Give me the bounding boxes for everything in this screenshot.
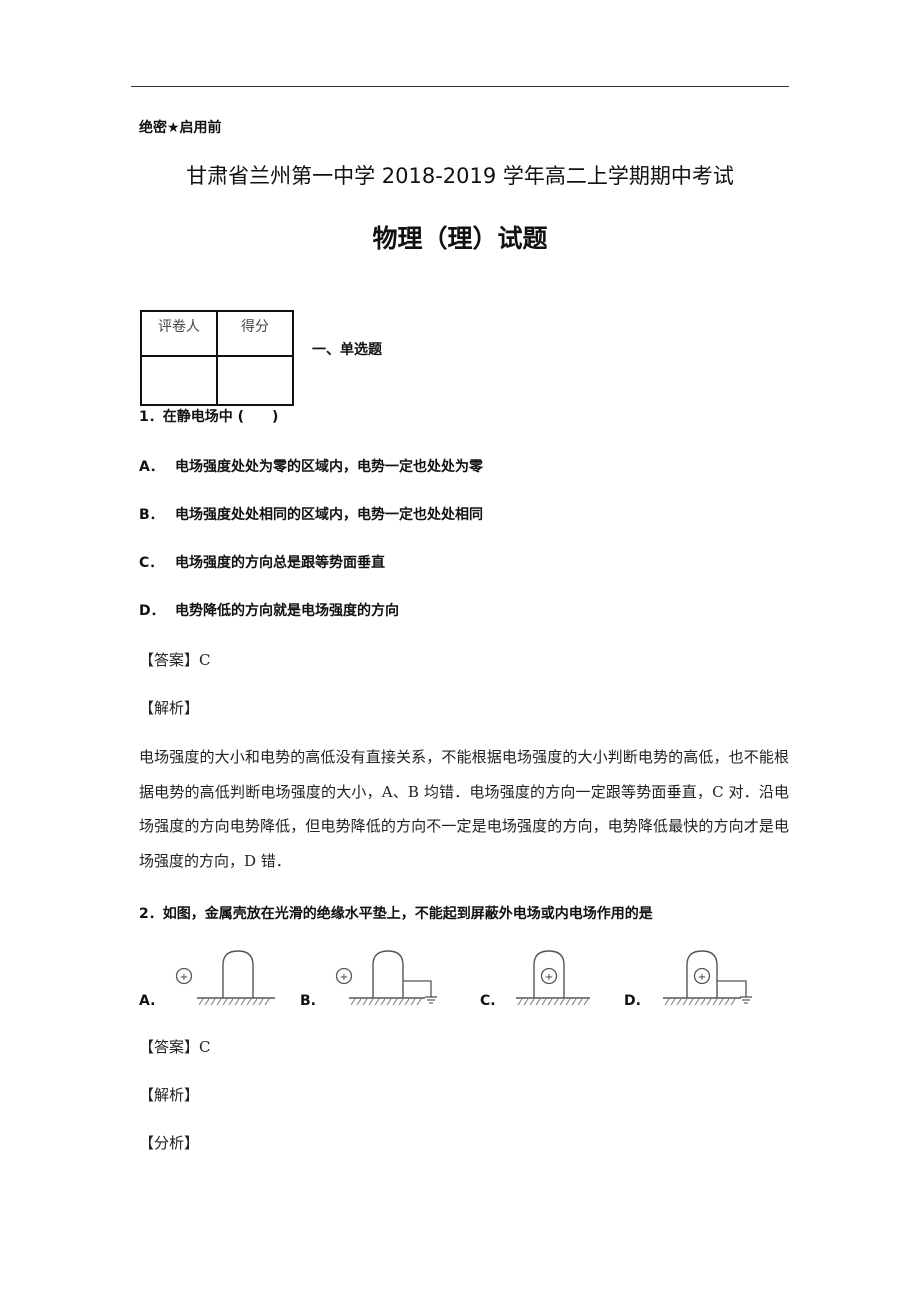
- question-1-option-c: C． 电场强度的方向总是跟等势面垂直: [139, 552, 385, 572]
- charge-icon: +: [693, 967, 711, 985]
- charge-icon: +: [335, 967, 353, 985]
- question-1-analysis-text: 电场强度的大小和电势的高低没有直接关系，不能根据电场强度的大小判断电势的高低，也…: [139, 748, 789, 870]
- header-rule: [131, 86, 789, 87]
- figure-option-b: +: [335, 950, 437, 1006]
- figure-option-a: +: [175, 950, 275, 1006]
- score-table-header-score: 得分: [216, 310, 294, 357]
- option-text: 电势降低的方向就是电场强度的方向: [175, 603, 399, 619]
- question-1-stem: 1．在静电场中 ( ): [139, 409, 279, 425]
- question-1-option-b: B． 电场强度处处相同的区域内，电势一定也处处相同: [139, 504, 483, 524]
- score-table-cell-grader: [140, 355, 218, 406]
- score-table: 评卷人 得分: [140, 310, 294, 406]
- option-text: 电场强度的方向总是跟等势面垂直: [175, 555, 385, 571]
- exam-title: 甘肃省兰州第一中学 2018-2019 学年高二上学期期中考试: [186, 164, 734, 188]
- option-text: 电场强度处处为零的区域内，电势一定也处处为零: [175, 459, 483, 475]
- exam-subtitle: 物理（理）试题: [372, 224, 548, 253]
- question-2-analysis-label: 【解析】: [139, 1086, 200, 1104]
- figure-option-d: +: [663, 950, 752, 1006]
- question-1-answer: 【答案】C: [139, 651, 211, 669]
- score-table-cell-score: [216, 355, 294, 406]
- metal-shell: [372, 950, 404, 998]
- svg-text:+: +: [180, 972, 188, 983]
- secret-mark: 绝密★启用前: [139, 120, 222, 136]
- figure-option-a-label: A.: [139, 993, 156, 1009]
- question-1-option-a: A． 电场强度处处为零的区域内，电势一定也处处为零: [139, 456, 483, 476]
- figure-option-c-label: C.: [480, 993, 496, 1009]
- metal-shell: [222, 950, 254, 998]
- question-2-answer: 【答案】C: [139, 1038, 211, 1056]
- option-letter: A．: [139, 459, 164, 475]
- svg-text:+: +: [698, 972, 706, 983]
- option-letter: C．: [139, 555, 164, 571]
- option-text: 电场强度处处相同的区域内，电势一定也处处相同: [175, 507, 483, 523]
- question-1-option-d: D． 电势降低的方向就是电场强度的方向: [139, 600, 399, 620]
- figure-option-c: +: [516, 950, 590, 1006]
- charge-icon: +: [540, 967, 558, 985]
- figure-option-b-label: B.: [300, 993, 316, 1009]
- question-2-stem: 2．如图，金属壳放在光滑的绝缘水平垫上，不能起到屏蔽外电场或内电场作用的是: [139, 906, 653, 922]
- section-title: 一、单选题: [312, 342, 382, 358]
- option-letter: B．: [139, 507, 164, 523]
- figure-option-d-label: D.: [624, 993, 641, 1009]
- svg-text:+: +: [545, 972, 553, 983]
- charge-icon: +: [175, 967, 193, 985]
- svg-text:+: +: [340, 972, 348, 983]
- question-1-analysis-label: 【解析】: [139, 699, 200, 717]
- question-2-sub-analysis-label: 【分析】: [139, 1134, 200, 1152]
- score-table-header-grader: 评卷人: [140, 310, 218, 357]
- option-letter: D．: [139, 603, 165, 619]
